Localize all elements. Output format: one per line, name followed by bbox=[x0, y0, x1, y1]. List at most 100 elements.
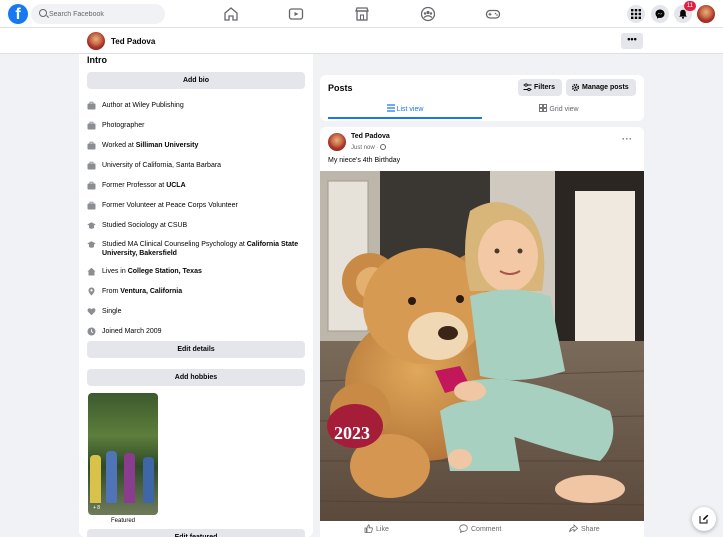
search-input[interactable] bbox=[49, 7, 159, 21]
intro-item-label: Studied Sociology at CSUB bbox=[102, 222, 188, 229]
thumbs-up-icon bbox=[364, 524, 373, 533]
intro-item-label: Studied MA Clinical Counseling Psycholog… bbox=[102, 241, 247, 248]
add-hobbies-button[interactable]: Add hobbies bbox=[87, 369, 305, 386]
gaming-icon[interactable] bbox=[485, 6, 501, 22]
profile-avatar[interactable] bbox=[87, 32, 105, 50]
intro-item-text: Studied Sociology at CSUB bbox=[102, 221, 307, 230]
filters-label: Filters bbox=[534, 84, 556, 91]
post-timestamp[interactable]: Just now · bbox=[351, 144, 387, 151]
intro-item-label: Photographer bbox=[102, 122, 145, 129]
profile-name[interactable]: Ted Padova bbox=[111, 37, 155, 46]
post-text: My niece's 4th Birthday bbox=[328, 157, 401, 164]
search-icon bbox=[39, 9, 47, 17]
public-globe-icon bbox=[380, 144, 387, 150]
share-button[interactable]: Share bbox=[569, 524, 600, 533]
intro-item-label: Single bbox=[102, 308, 122, 315]
intro-item-text: Author at Wiley Publishing bbox=[102, 101, 307, 110]
intro-item-text: Joined March 2009 bbox=[102, 327, 307, 336]
intro-item-link[interactable]: College Station, Texas bbox=[128, 268, 202, 275]
grid-menu-icon bbox=[631, 9, 641, 19]
featured-label: Featured bbox=[110, 518, 135, 524]
edit-details-button[interactable]: Edit details bbox=[87, 341, 305, 358]
featured-person bbox=[90, 455, 101, 503]
briefcase-icon bbox=[87, 161, 96, 170]
list-view-icon bbox=[386, 104, 395, 112]
messenger-icon bbox=[655, 9, 665, 19]
briefcase-icon bbox=[87, 121, 96, 130]
messenger-button[interactable] bbox=[651, 5, 669, 23]
post-photo[interactable]: 2023 bbox=[320, 171, 644, 521]
edit-featured-button[interactable]: Edit featured bbox=[87, 529, 305, 537]
profile-sticky-header: Ted Padova ••• bbox=[0, 28, 723, 54]
featured-photo[interactable] bbox=[88, 393, 158, 515]
intro-title: Intro bbox=[87, 55, 107, 65]
intro-item-link[interactable]: UCLA bbox=[166, 182, 185, 189]
manage-posts-button[interactable]: Manage posts bbox=[566, 79, 636, 96]
intro-item-label: Joined March 2009 bbox=[102, 328, 162, 335]
intro-item-label: Worked at bbox=[102, 142, 136, 149]
menu-button[interactable] bbox=[627, 5, 645, 23]
account-avatar[interactable] bbox=[697, 5, 715, 23]
grid-view-label: Grid view bbox=[549, 106, 579, 113]
featured-person bbox=[124, 453, 135, 503]
post-time-text: Just now · bbox=[351, 145, 381, 151]
intro-item-label: University of California, Santa Barbara bbox=[102, 162, 222, 169]
tab-list-view[interactable]: List view bbox=[328, 101, 482, 119]
intro-item-link[interactable]: Silliman University bbox=[136, 142, 199, 149]
location-pin-icon bbox=[87, 287, 96, 296]
bear-year-text: 2023 bbox=[334, 423, 370, 443]
clock-icon bbox=[87, 327, 96, 336]
grid-view-icon bbox=[539, 104, 548, 112]
facebook-logo[interactable]: f bbox=[8, 4, 28, 24]
briefcase-icon bbox=[87, 181, 96, 190]
post-more-button[interactable]: ··· bbox=[622, 134, 633, 144]
profile-more-button[interactable]: ••• bbox=[621, 33, 643, 49]
briefcase-icon bbox=[87, 201, 96, 210]
notifications-badge: 11 bbox=[684, 1, 696, 11]
intro-item-text: Single bbox=[102, 307, 307, 316]
groups-icon[interactable] bbox=[420, 6, 436, 22]
heart-icon bbox=[87, 307, 96, 316]
like-button[interactable]: Like bbox=[364, 524, 389, 533]
tab-grid-view[interactable]: Grid view bbox=[482, 101, 636, 119]
manage-posts-label: Manage posts bbox=[582, 84, 629, 91]
comment-label: Comment bbox=[471, 526, 502, 533]
home-icon[interactable] bbox=[223, 6, 239, 22]
posts-title: Posts bbox=[328, 83, 353, 93]
comment-button[interactable]: Comment bbox=[459, 524, 502, 534]
like-label: Like bbox=[376, 526, 389, 533]
intro-item-text: From Ventura, California bbox=[102, 287, 307, 296]
briefcase-icon bbox=[87, 141, 96, 150]
intro-item-text: Lives in College Station, Texas bbox=[102, 267, 307, 276]
intro-item-text: Former Professor at UCLA bbox=[102, 181, 307, 190]
intro-item-text: Studied MA Clinical Counseling Psycholog… bbox=[102, 240, 307, 258]
intro-item-text: University of California, Santa Barbara bbox=[102, 161, 307, 170]
intro-item-label: Former Volunteer at Peace Corps Voluntee… bbox=[102, 202, 238, 209]
watch-icon[interactable] bbox=[288, 6, 304, 22]
search-box[interactable] bbox=[31, 4, 165, 24]
top-navigation-bar: f 11 bbox=[0, 0, 723, 28]
add-bio-button[interactable]: Add bio bbox=[87, 72, 305, 89]
marketplace-icon[interactable] bbox=[354, 6, 370, 22]
new-message-button[interactable] bbox=[692, 507, 716, 531]
intro-item-text: Photographer bbox=[102, 121, 307, 130]
share-label: Share bbox=[581, 526, 600, 533]
intro-item-label: Author at Wiley Publishing bbox=[102, 102, 184, 109]
graduation-cap-icon bbox=[87, 240, 96, 249]
post-author-avatar[interactable] bbox=[328, 133, 346, 151]
briefcase-icon bbox=[87, 101, 96, 110]
intro-item-text: Former Volunteer at Peace Corps Voluntee… bbox=[102, 201, 307, 210]
intro-item-text: Worked at Silliman University bbox=[102, 141, 307, 150]
graduation-cap-icon bbox=[87, 221, 96, 230]
filters-button[interactable]: Filters bbox=[518, 79, 562, 96]
featured-count: + 8 bbox=[93, 505, 101, 511]
compose-icon bbox=[699, 514, 709, 524]
intro-item-label: Former Professor at bbox=[102, 182, 167, 189]
post-author-name[interactable]: Ted Padova bbox=[351, 133, 390, 140]
comment-icon bbox=[459, 524, 468, 534]
list-view-label: List view bbox=[396, 106, 424, 113]
featured-person bbox=[143, 457, 154, 503]
featured-person bbox=[106, 451, 117, 503]
filter-icon bbox=[523, 83, 532, 92]
intro-item-link[interactable]: Ventura, California bbox=[120, 288, 182, 295]
